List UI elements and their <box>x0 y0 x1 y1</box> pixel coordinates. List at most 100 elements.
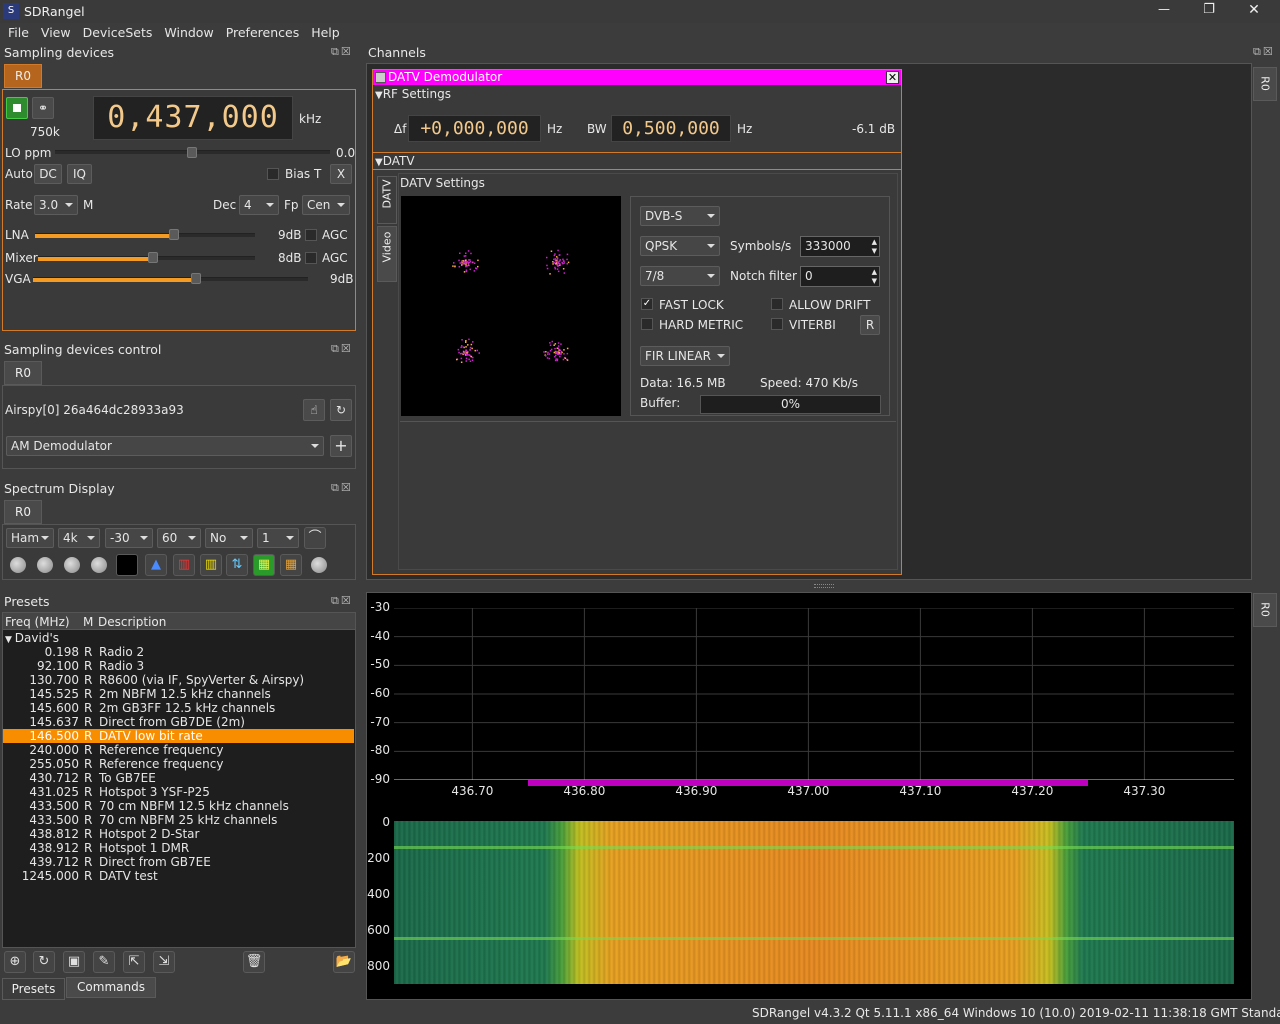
dock-float-close-icon[interactable]: ⧉☒ <box>1253 45 1275 59</box>
preset-row[interactable]: 431.025 R Hotspot 3 YSF-P25 <box>3 785 354 799</box>
col-mode[interactable]: M <box>83 615 93 629</box>
menu-window[interactable]: Window <box>158 23 219 42</box>
rf-settings-header[interactable]: ▼RF Settings <box>375 87 451 101</box>
vtab-datv[interactable]: DATV <box>377 176 397 224</box>
datv-section-header[interactable]: ▼DATV <box>375 154 415 168</box>
decay-divisor-knob[interactable] <box>37 557 53 573</box>
grid-intensity-knob[interactable] <box>311 557 327 573</box>
transverter-button[interactable]: X <box>330 164 352 184</box>
menu-view[interactable]: View <box>35 23 77 42</box>
preset-row[interactable]: 145.600 R 2m GB3FF 12.5 kHz channels <box>3 701 354 715</box>
dock-float-close-icon[interactable]: ⧉☒ <box>331 481 353 495</box>
iq-button[interactable]: IQ <box>67 164 92 184</box>
mixer-agc-checkbox[interactable] <box>305 252 317 264</box>
fec-select[interactable]: 7/8 <box>640 266 720 286</box>
tab-r0-sampling[interactable]: R0 <box>4 64 42 88</box>
dc-button[interactable]: DC <box>34 164 62 184</box>
device-reload-button[interactable]: ↻ <box>330 399 352 421</box>
symbols-input[interactable]: 333000 ▲ ▼ <box>800 236 880 257</box>
rate-select[interactable]: 3.0 <box>34 195 78 215</box>
preset-row[interactable]: 430.712 R To GB7EE <box>3 771 354 785</box>
dock-float-close-icon[interactable]: ⧉☒ <box>331 594 353 608</box>
fft-size-select[interactable]: 4k <box>58 528 100 548</box>
max-hold-button[interactable]: ▲ <box>145 554 167 576</box>
preset-row[interactable]: 1245.000 R DATV test <box>3 869 354 883</box>
preset-row[interactable]: 130.700 R R8600 (via IF, SpyVerter & Airsp… <box>3 673 354 687</box>
update-preset-button[interactable]: ↻ <box>33 951 55 973</box>
filter-select[interactable]: FIR LINEAR <box>640 346 730 366</box>
range-select[interactable]: 60 <box>157 528 201 548</box>
linear-scale-button[interactable]: ⌒ <box>304 527 326 549</box>
ref-level-select[interactable]: -30 <box>105 528 153 548</box>
current-spectrum-button[interactable]: ▥ <box>173 554 195 576</box>
preset-row[interactable]: 255.050 R Reference frequency <box>3 757 354 771</box>
notch-input[interactable]: 0 ▲ ▼ <box>800 266 880 287</box>
histogram-button[interactable]: ▥ <box>200 554 222 576</box>
preset-row[interactable]: 433.500 R 70 cm NBFM 12.5 kHz channels <box>3 799 354 813</box>
edit-preset-button[interactable]: ✎ <box>93 951 115 973</box>
channel-select[interactable]: AM Demodulator <box>6 436 324 456</box>
preset-row[interactable]: 0.198 R Radio 2 <box>3 645 354 659</box>
preset-row[interactable]: 146.500 R DATV low bit rate <box>3 729 354 743</box>
col-description[interactable]: Description <box>98 615 166 629</box>
save-presets-button[interactable]: ▣ <box>63 951 85 973</box>
lna-agc-checkbox[interactable] <box>305 229 317 241</box>
datv-enable-checkbox[interactable] <box>375 72 386 83</box>
add-channel-button[interactable]: + <box>330 435 352 457</box>
stroke-knob[interactable] <box>64 557 80 573</box>
modulation-select[interactable]: QPSK <box>640 236 720 256</box>
channel-band-marker[interactable] <box>528 780 1089 786</box>
preset-row[interactable]: 145.637 R Direct from GB7DE (2m) <box>3 715 354 729</box>
record-button[interactable]: ⚭ <box>32 97 54 119</box>
fast-lock-checkbox[interactable]: ✓ <box>641 298 653 310</box>
grid-button[interactable]: ▦ <box>280 554 302 576</box>
spectrum-splitter[interactable] <box>814 584 834 588</box>
decimation-select[interactable]: 4 <box>239 195 279 215</box>
reset-button[interactable]: R <box>860 315 880 335</box>
menu-help[interactable]: Help <box>305 23 346 42</box>
decay-knob[interactable] <box>10 557 26 573</box>
preset-row[interactable]: 439.712 R Direct from GB7EE <box>3 855 354 869</box>
start-stop-button[interactable] <box>6 97 28 119</box>
mixer-slider[interactable] <box>38 256 255 261</box>
dock-float-close-icon[interactable]: ⧉☒ <box>331 45 353 59</box>
bw-dial[interactable]: 0,500,000 <box>611 115 731 142</box>
tab-presets[interactable]: Presets <box>2 978 65 1000</box>
preset-row[interactable]: 145.525 R 2m NBFM 12.5 kHz channels <box>3 687 354 701</box>
preset-row[interactable]: 438.912 R Hotspot 1 DMR <box>3 841 354 855</box>
trace-intensity-knob[interactable] <box>91 557 107 573</box>
fc-position-select[interactable]: Cen <box>302 195 350 215</box>
vga-slider-handle[interactable] <box>191 273 201 284</box>
preset-group[interactable]: ▼ David's <box>5 631 59 645</box>
vtab-video[interactable]: Video <box>377 226 397 282</box>
datv-close-button[interactable]: ✕ <box>886 71 899 84</box>
viterbi-checkbox[interactable] <box>771 318 783 330</box>
waterfall[interactable] <box>394 821 1234 984</box>
preset-row[interactable]: 92.100 R Radio 3 <box>3 659 354 673</box>
waterfall-button[interactable]: ▦ <box>253 554 275 576</box>
spectrum-plot[interactable] <box>394 608 1234 780</box>
lna-slider[interactable] <box>35 233 255 238</box>
new-preset-button[interactable]: ⊕ <box>4 951 26 973</box>
averaging-count-select[interactable]: 1 <box>257 528 299 548</box>
export-preset-button[interactable]: ⇱ <box>123 951 145 973</box>
delete-preset-button[interactable]: 🗑 <box>243 951 265 973</box>
averaging-mode-select[interactable]: No <box>205 528 253 548</box>
minimize-button[interactable]: — <box>1150 2 1178 16</box>
center-frequency-dial[interactable]: 0,437,000 <box>93 96 293 140</box>
invert-waterfall-button[interactable]: ⇅ <box>226 554 248 576</box>
menu-file[interactable]: File <box>0 23 35 42</box>
tab-commands[interactable]: Commands <box>66 977 156 998</box>
delta-f-dial[interactable]: +0,000,000 <box>408 115 541 142</box>
hard-metric-checkbox[interactable] <box>641 318 653 330</box>
standard-select[interactable]: DVB-S <box>640 206 720 226</box>
dock-float-close-icon[interactable]: ⧉☒ <box>331 342 353 356</box>
import-preset-button[interactable]: ⇲ <box>153 951 175 973</box>
col-freq[interactable]: Freq (MHz) <box>5 615 70 629</box>
bias-t-checkbox[interactable] <box>267 168 279 180</box>
vga-slider[interactable] <box>33 277 308 282</box>
lo-ppm-slider-handle[interactable] <box>187 147 197 158</box>
tab-r0-channels[interactable]: R0 <box>1253 67 1277 101</box>
preset-row[interactable]: 438.812 R Hotspot 2 D-Star <box>3 827 354 841</box>
tab-r0-spectrum[interactable]: R0 <box>4 500 42 524</box>
